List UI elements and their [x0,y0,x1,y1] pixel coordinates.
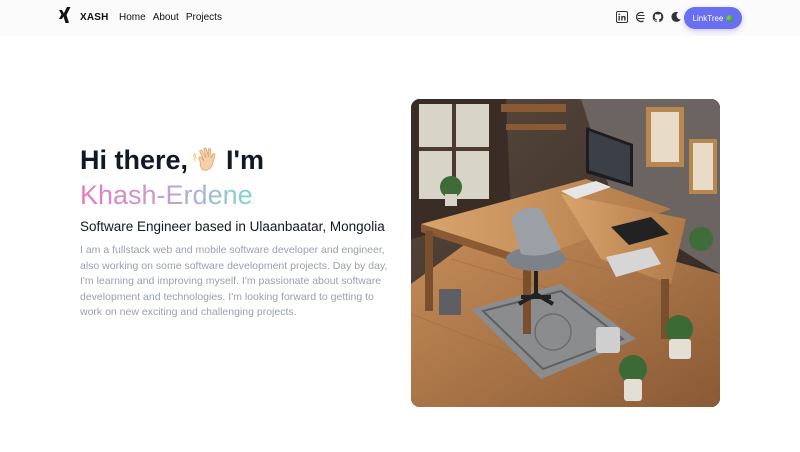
brand-name[interactable]: XASH [80,12,109,23]
xing-logo-icon[interactable] [58,7,72,23]
moon-icon[interactable] [670,11,682,23]
main-nav: Home About Projects [119,12,222,23]
hero-role: Software Engineer based in Ulaanbaatar, … [80,219,385,234]
nav-link-home[interactable]: Home [119,12,146,23]
nav-link-about[interactable]: About [153,12,179,23]
waving-hand-icon [193,147,216,171]
hero-intro: Hi there, I'm Khash-Erdene Software Engi… [80,142,400,319]
hero-name: Khash-Erdene [80,180,253,210]
github-icon[interactable] [652,11,664,23]
linktree-label: LinkTree [692,13,724,23]
greeting-im: I'm [226,144,264,175]
linktree-icon [726,14,734,22]
greeting-text: Hi there, [80,144,189,175]
hero-bio: I am a fullstack web and mobile software… [80,244,388,319]
hashnode-icon[interactable] [634,11,646,23]
nav-link-projects[interactable]: Projects [186,12,222,23]
social-icons [616,11,682,23]
linkedin-icon[interactable] [616,11,628,23]
hero-greeting: Hi there, I'm [80,142,400,178]
top-navbar: XASH Home About Projects LinkTree [0,0,800,36]
linktree-button[interactable]: LinkTree [684,7,742,29]
workspace-illustration [411,99,720,407]
